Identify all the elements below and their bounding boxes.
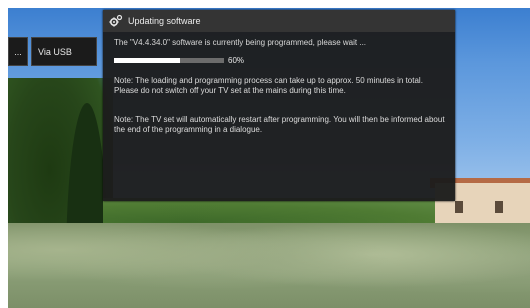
- menu-item-more[interactable]: ...: [8, 37, 28, 66]
- dialog-header: Updating software: [103, 10, 455, 32]
- note-text-1: Note: The loading and programming proces…: [114, 76, 423, 95]
- gear-icon: [109, 14, 123, 28]
- dialog-body: The "V4.4.34.0" software is currently be…: [114, 38, 449, 135]
- status-text: The "V4.4.34.0" software is currently be…: [114, 38, 367, 47]
- note-text-2: Note: The TV set will automatically rest…: [114, 115, 445, 134]
- house-window: [455, 201, 463, 213]
- menu-item-label: ...: [14, 46, 22, 57]
- progress-fill: [114, 58, 180, 63]
- progress-bar: [114, 58, 224, 63]
- update-dialog: Updating software The "V4.4.34.0" softwa…: [103, 10, 455, 201]
- olive-field: [8, 223, 530, 308]
- progress-row: 60%: [114, 56, 449, 65]
- house-window: [495, 201, 503, 213]
- menu-item-via-usb[interactable]: Via USB: [31, 37, 97, 66]
- menu-item-label: Via USB: [38, 46, 72, 57]
- progress-percent: 60%: [228, 56, 245, 65]
- dialog-title: Updating software: [128, 16, 201, 26]
